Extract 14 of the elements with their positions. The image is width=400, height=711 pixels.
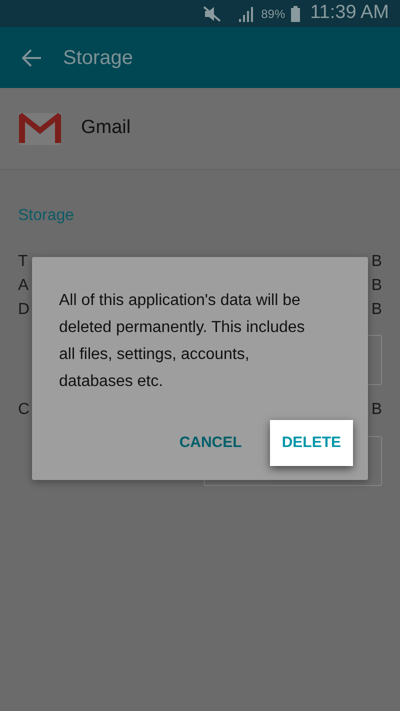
row-value: B — [371, 276, 382, 296]
row-value: B — [371, 252, 382, 272]
section-header: Storage — [18, 206, 74, 226]
app-name: Gmail — [81, 116, 131, 140]
screen-title: Storage — [63, 46, 134, 70]
row-label: T — [18, 252, 28, 272]
row-label: A — [18, 276, 29, 296]
row-value: B — [371, 300, 382, 320]
row-label: D — [18, 300, 30, 320]
dialog-message: All of this application's data will be deleted permanently. This includes all files, settings, accounts, databases etc. — [59, 291, 306, 392]
clock: 11:39 AM — [310, 1, 389, 26]
battery-percent: 89% — [261, 6, 286, 22]
row-label: C — [18, 400, 30, 420]
row-value: B — [371, 400, 382, 420]
